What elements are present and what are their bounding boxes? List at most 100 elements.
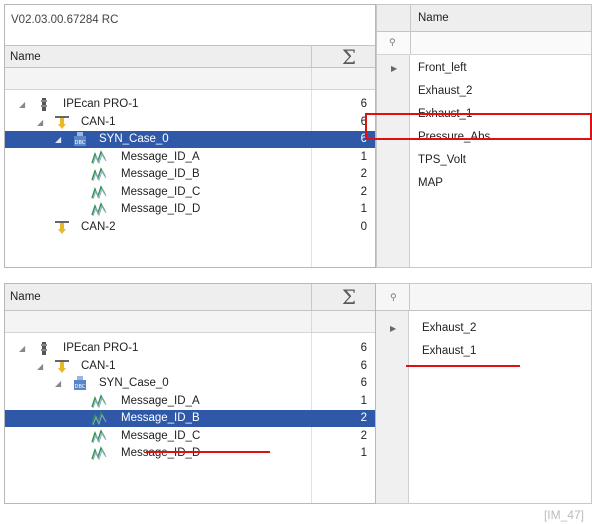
expand-toggle-icon[interactable]: ◢ <box>55 135 64 144</box>
signal-name: MAP <box>418 177 443 189</box>
tree-row-label: SYN_Case_0 <box>99 133 169 145</box>
top-tree-row[interactable]: ◢ CAN-1 6 <box>5 114 375 131</box>
tree-filter-row-2[interactable] <box>5 311 375 333</box>
top-signal-row[interactable]: Exhaust_2 <box>377 80 591 103</box>
message-icon <box>91 184 107 200</box>
highlight-box <box>365 113 592 140</box>
message-icon <box>91 202 107 217</box>
sum-column-header[interactable]: Σ <box>335 45 363 69</box>
tree-row-count: 2 <box>360 185 367 198</box>
top-signal-row[interactable]: TPS_Volt <box>377 149 591 172</box>
tree-row-label: IPEcan PRO-1 <box>63 98 139 110</box>
tree-row-label: Message_ID_B <box>121 168 200 180</box>
signal-name: TPS_Volt <box>418 154 466 166</box>
top-tree-row[interactable]: Message_ID_C 2 <box>5 184 375 201</box>
message-icon <box>91 411 107 426</box>
signal-filter-row[interactable]: ⚲ <box>377 32 591 55</box>
signal-header: Name <box>377 5 591 32</box>
tree-row-label: SYN_Case_0 <box>99 377 169 389</box>
tree-row-label: Message_ID_D <box>121 447 201 459</box>
top-tree-row[interactable]: Message_ID_B 2 <box>5 166 375 183</box>
tree-row-label: CAN-1 <box>81 115 116 128</box>
tree-row-count: 2 <box>360 168 367 180</box>
top-signal-row[interactable]: MAP <box>377 172 591 195</box>
tree-row-count: 1 <box>360 447 367 459</box>
bottom-signal-panel: ⚲ ▶ Exhaust_2 Exhaust_1 <box>376 283 592 504</box>
device-icon <box>37 341 51 356</box>
name-column-header-2[interactable]: Name <box>10 284 41 310</box>
top-tree-row[interactable]: Message_ID_D 1 <box>5 201 375 218</box>
bottom-tree-row[interactable]: ◢ DBC SYN_Case_0 6 <box>5 375 375 392</box>
name-column-header[interactable]: Name <box>10 46 41 67</box>
expand-toggle-icon[interactable]: ◢ <box>37 118 46 127</box>
top-tree-row[interactable]: Message_ID_A 1 <box>5 149 375 166</box>
sum-column-header-2[interactable]: Σ <box>335 284 363 310</box>
message-icon <box>91 393 107 409</box>
signal-name: Exhaust_2 <box>422 322 477 334</box>
can-bus-icon <box>55 359 69 374</box>
signal-name-column-header[interactable]: Name <box>418 5 449 31</box>
highlight-underline-message <box>146 451 270 453</box>
can-bus-icon <box>55 220 69 235</box>
message-icon <box>91 149 107 165</box>
tree-row-label: Message_ID_C <box>121 429 201 442</box>
top-tree-row[interactable]: ◢ DBC SYN_Case_0 6 <box>5 131 375 148</box>
can-bus-icon <box>55 115 69 130</box>
tree-row-count: 6 <box>360 359 367 372</box>
dbc-file-icon: DBC <box>73 376 87 391</box>
pin-icon-2[interactable]: ⚲ <box>390 292 397 303</box>
tree-row-count: 1 <box>360 150 367 163</box>
bottom-tree-row[interactable]: Message_ID_B 2 <box>5 410 375 427</box>
tree-row-count: 6 <box>360 115 367 128</box>
tree-row-count: 6 <box>360 133 367 145</box>
top-tree-row[interactable]: ◢ IPEcan PRO-1 6 <box>5 96 375 113</box>
bottom-tree-row[interactable]: ◢ IPEcan PRO-1 6 <box>5 340 375 357</box>
tree-row-label: Message_ID_B <box>121 412 200 424</box>
expand-toggle-icon[interactable]: ◢ <box>19 100 28 109</box>
signal-name: Front_left <box>418 62 467 74</box>
top-tree-row[interactable]: CAN-2 0 <box>5 219 375 236</box>
current-row-indicator-icon: ▶ <box>390 324 397 333</box>
tree-filter-row[interactable] <box>5 68 375 90</box>
bottom-tree-panel: Name Σ ◢ IPEcan PRO-1 6 ◢ CAN-1 6 ◢ DBC SYN_Case… <box>4 283 376 504</box>
current-row-indicator-icon: ▶ <box>391 64 398 73</box>
message-icon <box>91 428 107 444</box>
tree-row-count: 1 <box>360 394 367 407</box>
tree-row-count: 6 <box>360 342 367 354</box>
expand-toggle-icon[interactable]: ◢ <box>19 344 28 353</box>
tree-row-label: IPEcan PRO-1 <box>63 342 139 354</box>
tree-row-label: Message_ID_D <box>121 203 201 215</box>
tree-row-count: 2 <box>360 429 367 442</box>
svg-text:DBC: DBC <box>75 384 86 390</box>
bottom-signal-row[interactable]: Exhaust_1 <box>376 340 591 363</box>
tree-header-2: Name Σ <box>5 284 375 311</box>
top-signal-row[interactable]: ▶ Front_left <box>377 57 591 80</box>
svg-text:DBC: DBC <box>75 140 86 146</box>
tree-row-count: 1 <box>360 203 367 215</box>
tree-row-label: CAN-2 <box>81 220 116 233</box>
bottom-tree-row[interactable]: Message_ID_C 2 <box>5 428 375 445</box>
message-icon <box>91 167 107 182</box>
dbc-file-icon: DBC <box>73 132 87 147</box>
device-icon <box>37 97 51 112</box>
expand-toggle-icon[interactable]: ◢ <box>37 362 46 371</box>
expand-toggle-icon[interactable]: ◢ <box>55 379 64 388</box>
tree-row-count: 0 <box>360 220 367 233</box>
pin-icon[interactable]: ⚲ <box>389 37 396 48</box>
bottom-signal-row[interactable]: ▶ Exhaust_2 <box>376 317 591 340</box>
bottom-tree-row[interactable]: ◢ CAN-1 6 <box>5 358 375 375</box>
bottom-tree-row[interactable]: Message_ID_A 1 <box>5 393 375 410</box>
figure-watermark: [IM_47] <box>543 508 584 522</box>
highlight-underline-signal <box>406 365 520 367</box>
tree-header: Name Σ <box>5 45 375 69</box>
tree-row-label: Message_ID_A <box>121 150 200 163</box>
signal-name: Exhaust_2 <box>418 85 473 97</box>
bottom-tree-row[interactable]: Message_ID_D 1 <box>5 445 375 462</box>
tree-row-label: CAN-1 <box>81 359 116 372</box>
version-label: V02.03.00.67284 RC <box>11 14 119 26</box>
tree-row-count: 2 <box>360 412 367 424</box>
tree-row-count: 6 <box>360 98 367 110</box>
tree-row-label: Message_ID_C <box>121 185 201 198</box>
signal-header-2: ⚲ <box>376 284 591 311</box>
message-icon <box>91 446 107 461</box>
